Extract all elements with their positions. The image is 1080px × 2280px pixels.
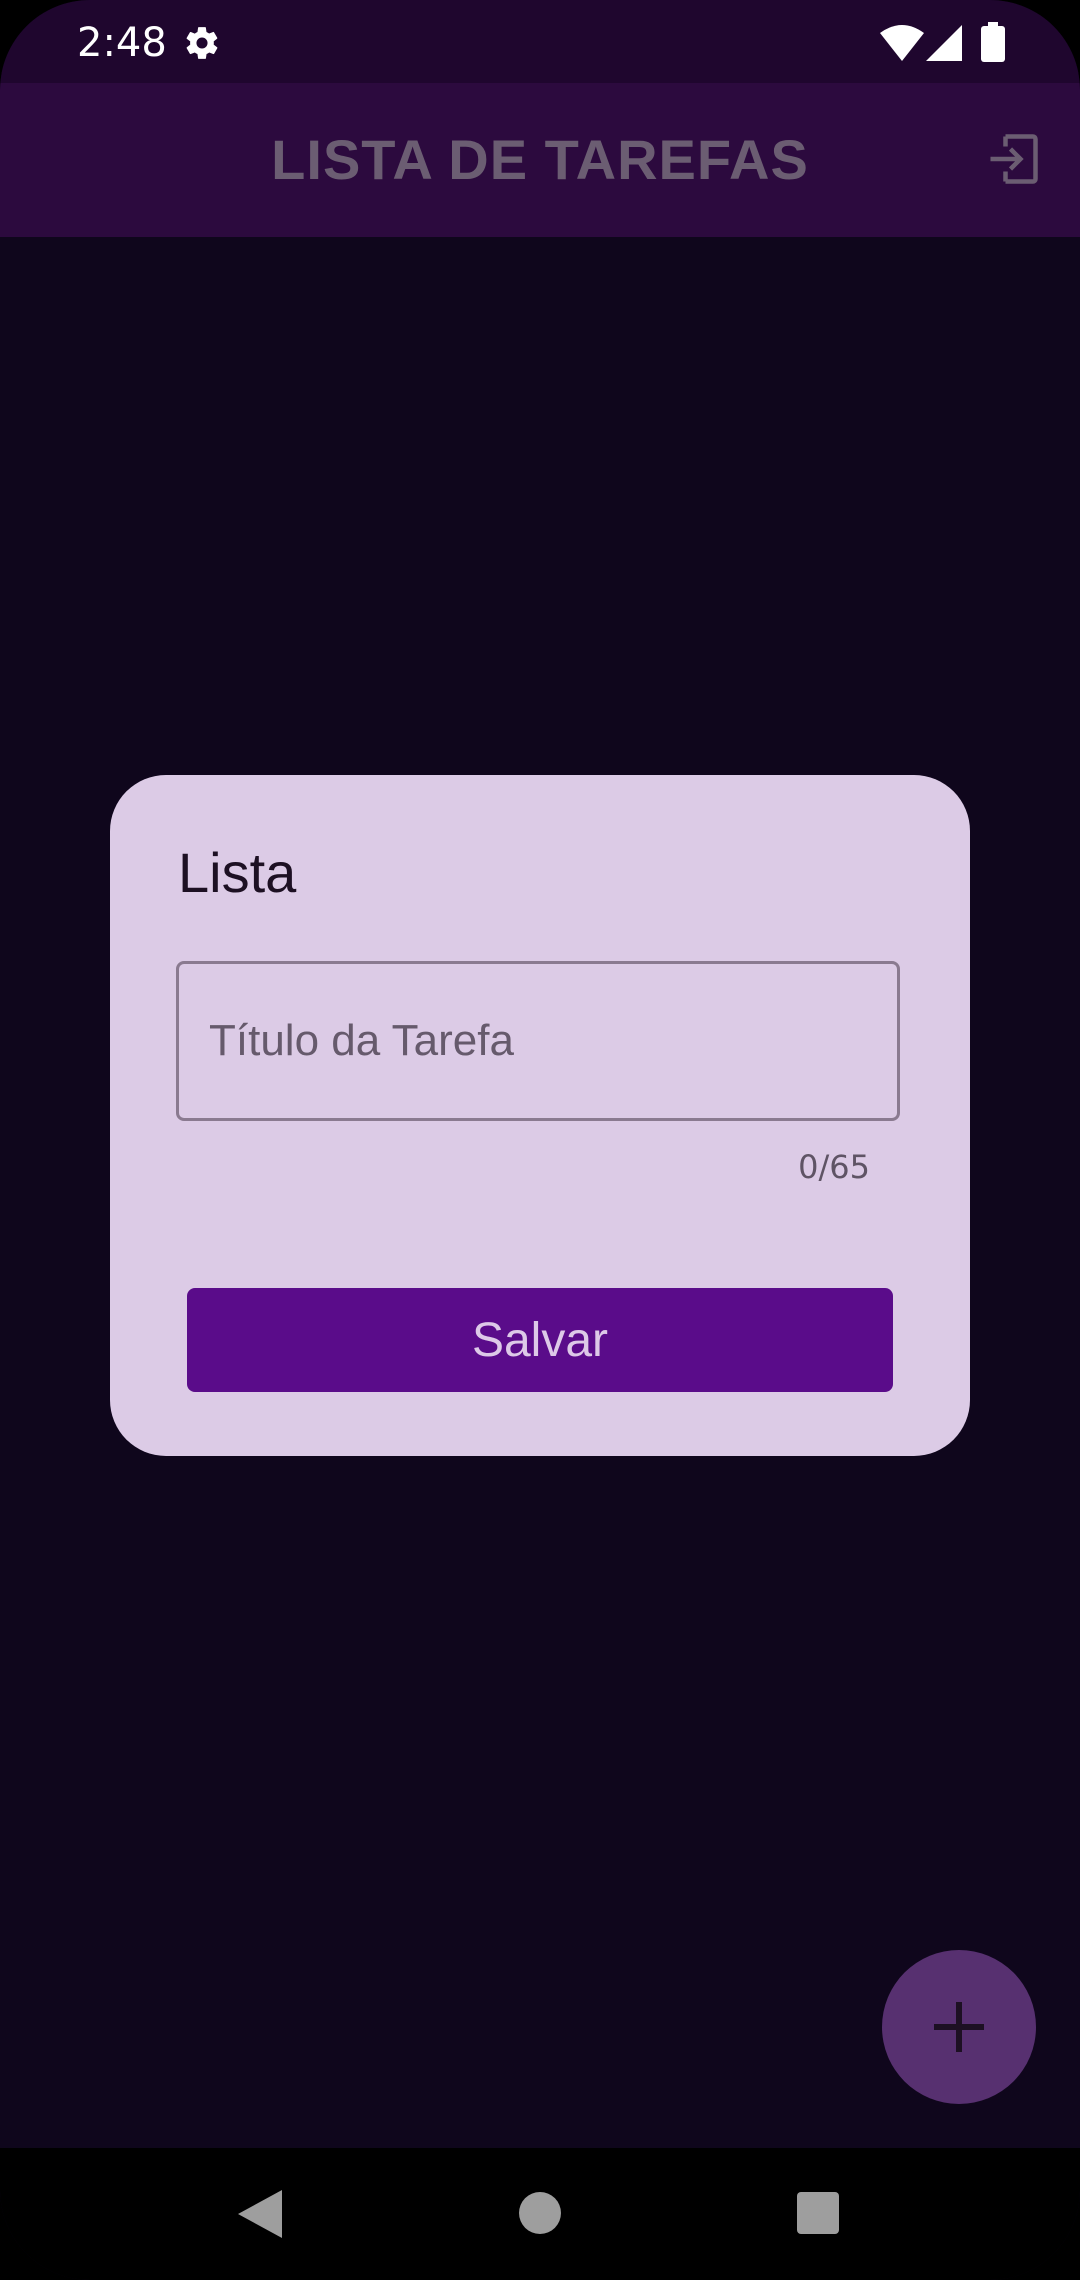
battery-icon bbox=[981, 22, 1005, 62]
navigation-bar bbox=[0, 2148, 1080, 2280]
wifi-icon bbox=[880, 25, 924, 61]
recents-icon[interactable] bbox=[797, 2192, 839, 2234]
dialog-title: Lista bbox=[178, 841, 297, 904]
app-title: LISTA DE TAREFAS bbox=[271, 128, 809, 191]
back-icon[interactable] bbox=[238, 2190, 282, 2238]
logout-icon[interactable] bbox=[983, 129, 1043, 189]
status-bar: 2:48 bbox=[0, 0, 1080, 83]
phone-screen: 2:48 LISTA DE TAREFAS Lista 0/65 Salvar bbox=[0, 0, 1080, 2280]
home-icon[interactable] bbox=[519, 2192, 561, 2234]
task-title-input[interactable] bbox=[176, 961, 900, 1121]
gear-icon bbox=[186, 27, 218, 59]
plus-icon bbox=[934, 2002, 984, 2052]
char-counter: 0/65 bbox=[798, 1148, 870, 1186]
app-bar: LISTA DE TAREFAS bbox=[0, 83, 1080, 237]
signal-icon bbox=[926, 25, 962, 61]
status-time: 2:48 bbox=[77, 20, 167, 66]
add-task-button[interactable] bbox=[882, 1950, 1036, 2104]
save-button[interactable]: Salvar bbox=[187, 1288, 893, 1392]
task-dialog: Lista 0/65 Salvar bbox=[110, 775, 970, 1456]
